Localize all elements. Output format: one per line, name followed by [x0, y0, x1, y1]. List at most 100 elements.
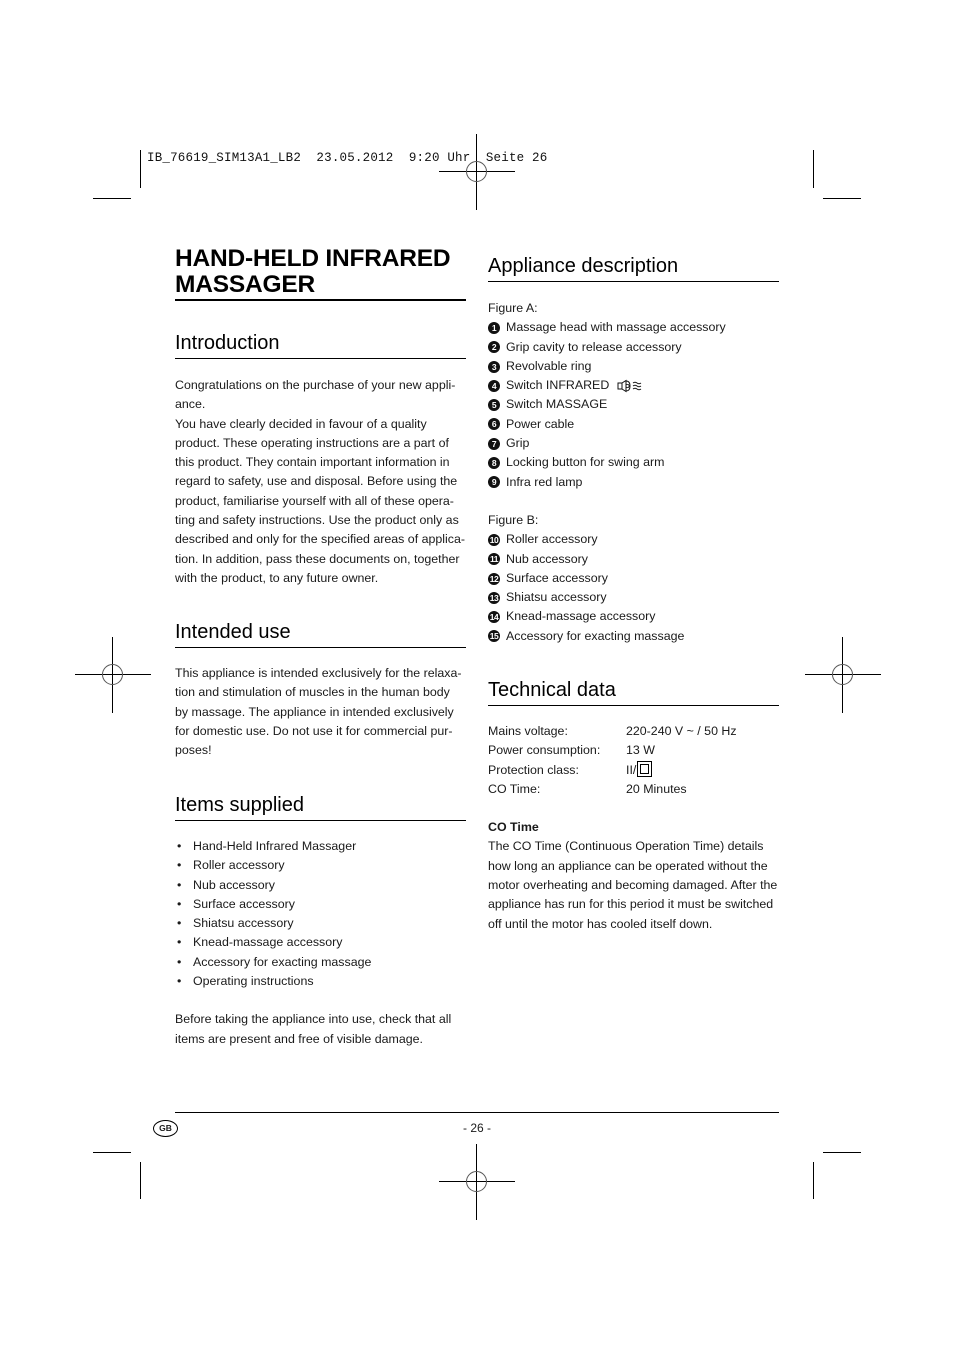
list-item-label: Switch MASSAGE [506, 397, 608, 412]
items-supplied-list: Hand-Held Infrared Massager Roller acces… [175, 837, 466, 992]
list-item: 1 Massage head with massage accessory [488, 318, 779, 337]
number-badge: 2 [488, 341, 500, 354]
spec-row: CO Time: 20 Minutes [488, 780, 779, 799]
spec-row: Protection class: II/ [488, 760, 779, 780]
list-item: 9 Infra red lamp [488, 473, 779, 492]
co-time-text: The CO Time (Continuous Operation Time) … [488, 839, 778, 931]
spec-value: 220-240 V ~ / 50 Hz [626, 724, 737, 738]
intended-use-heading: Intended use [175, 620, 466, 648]
introduction-paragraph: Congratulations on the purchase of your … [175, 378, 456, 412]
registration-mark-bottom [439, 1144, 515, 1220]
number-badge: 14 [488, 611, 500, 624]
list-item-label: Infra red lamp [506, 474, 583, 489]
list-item: Shiatsu accessory [175, 914, 466, 934]
registration-mark-top [439, 134, 515, 210]
crop-mark [140, 150, 141, 188]
list-item: Surface accessory [175, 895, 466, 915]
print-slug: IB_76619_SIM13A1_LB2 23.05.2012 9:20 Uhr… [147, 151, 548, 165]
crop-mark [823, 1152, 861, 1153]
number-badge: 9 [488, 476, 500, 489]
page-title: HAND-HELD INFRARED MASSAGER [175, 246, 466, 301]
list-item: Roller accessory [175, 856, 466, 876]
country-badge: GB [153, 1120, 178, 1137]
list-item-label: Roller accessory [506, 532, 598, 547]
list-item: 15 Accessory for exacting massage [488, 627, 779, 646]
introduction-body: Congratulations on the purchase of your … [175, 376, 466, 588]
figure-a-list: 1 Massage head with massage accessory 2 Gr… [488, 318, 779, 492]
figure-b-label: Figure B: [488, 512, 539, 527]
spec-label: CO Time: [488, 781, 541, 796]
infrared-lamp-icon [617, 379, 645, 393]
list-item-label: Massage head with massage accessory [506, 320, 726, 335]
list-item-label: Accessory for exacting massage [506, 628, 685, 643]
number-badge: 5 [488, 399, 500, 412]
spec-label: Protection class: [488, 762, 579, 777]
appliance-description-heading: Appliance description [488, 254, 779, 282]
list-item: 5 Switch MASSAGE [488, 395, 779, 414]
items-supplied-note: Before taking the appliance into use, ch… [175, 1012, 452, 1046]
number-badge: 13 [488, 591, 500, 604]
list-item: 12 Surface accessory [488, 569, 779, 588]
introduction-paragraph: You have clearly decided in favour of a … [175, 416, 465, 585]
list-item: Accessory for exacting massage [175, 953, 466, 973]
list-item: 4 Switch INFRARED [488, 376, 779, 395]
number-badge: 11 [488, 553, 500, 566]
page-number: - 26 - [462, 1121, 491, 1135]
spec-label: Power consumption: [488, 743, 601, 758]
spec-row: Mains voltage: 220-240 V ~ / 50 Hz [488, 722, 779, 741]
list-item-label: Power cable [506, 416, 575, 431]
list-item-label: Locking button for swing arm [506, 455, 665, 470]
page-title-line-2: MASSAGER [175, 271, 315, 298]
number-badge: 15 [488, 630, 500, 643]
list-item-label: Nub accessory [506, 551, 588, 566]
list-item: Nub accessory [175, 876, 466, 896]
crop-mark [93, 1152, 131, 1153]
number-badge: 8 [488, 457, 500, 470]
crop-mark [93, 198, 131, 199]
spec-value: 20 Minutes [626, 781, 687, 796]
list-item-label: Grip cavity to release accessory [506, 339, 682, 354]
list-item: 13 Shiatsu accessory [488, 588, 779, 607]
list-item: Hand-Held Infrared Massager [175, 837, 466, 857]
protection-class-value: II/ [626, 762, 637, 777]
co-time-heading: CO Time [488, 820, 539, 835]
intended-use-body: This appliance is intended exclusively f… [175, 666, 462, 758]
spec-row: Power consumption: 13 W [488, 741, 779, 760]
list-item: 10 Roller accessory [488, 530, 779, 549]
list-item-label: Revolvable ring [506, 358, 592, 373]
number-badge: 10 [488, 533, 500, 546]
spec-label: Mains voltage: [488, 724, 568, 738]
crop-mark [823, 198, 861, 199]
crop-mark [813, 1162, 814, 1199]
crop-mark [140, 1162, 141, 1199]
technical-data-heading: Technical data [488, 678, 779, 706]
items-supplied-body: Hand-Held Infrared Massager Roller acces… [175, 837, 466, 1049]
figure-a-label: Figure A: [488, 301, 538, 315]
list-item: 8 Locking button for swing arm [488, 453, 779, 472]
protection-class-ii-icon [637, 760, 653, 777]
list-item-label: Knead-massage accessory [506, 609, 656, 624]
list-item: 2 Grip cavity to release accessory [488, 338, 779, 357]
list-item-label: Grip [506, 436, 530, 451]
footer-divider [175, 1112, 779, 1113]
crop-mark [813, 150, 814, 188]
appliance-description-body: Figure A: 1 Massage head with massage acc… [488, 299, 779, 646]
list-item: Knead-massage accessory [175, 933, 466, 953]
introduction-heading: Introduction [175, 331, 466, 359]
number-badge: 4 [488, 379, 500, 392]
list-item: 3 Revolvable ring [488, 357, 779, 376]
registration-mark-left [75, 637, 151, 713]
spec-value: II/ [626, 760, 653, 780]
list-item-label: Shiatsu accessory [506, 590, 607, 605]
list-item: 11 Nub accessory [488, 550, 779, 569]
spec-value: 13 W [626, 743, 655, 758]
list-item: Operating instructions [175, 972, 466, 992]
list-item-label: Switch INFRARED [506, 378, 610, 393]
page-title-line-1: HAND-HELD INFRARED [175, 245, 451, 272]
items-supplied-heading: Items supplied [175, 793, 466, 821]
number-badge: 3 [488, 360, 500, 373]
list-item: 14 Knead-massage accessory [488, 607, 779, 626]
number-badge: 1 [488, 321, 500, 334]
list-item-label: Surface accessory [506, 570, 608, 585]
number-badge: 12 [488, 572, 500, 585]
